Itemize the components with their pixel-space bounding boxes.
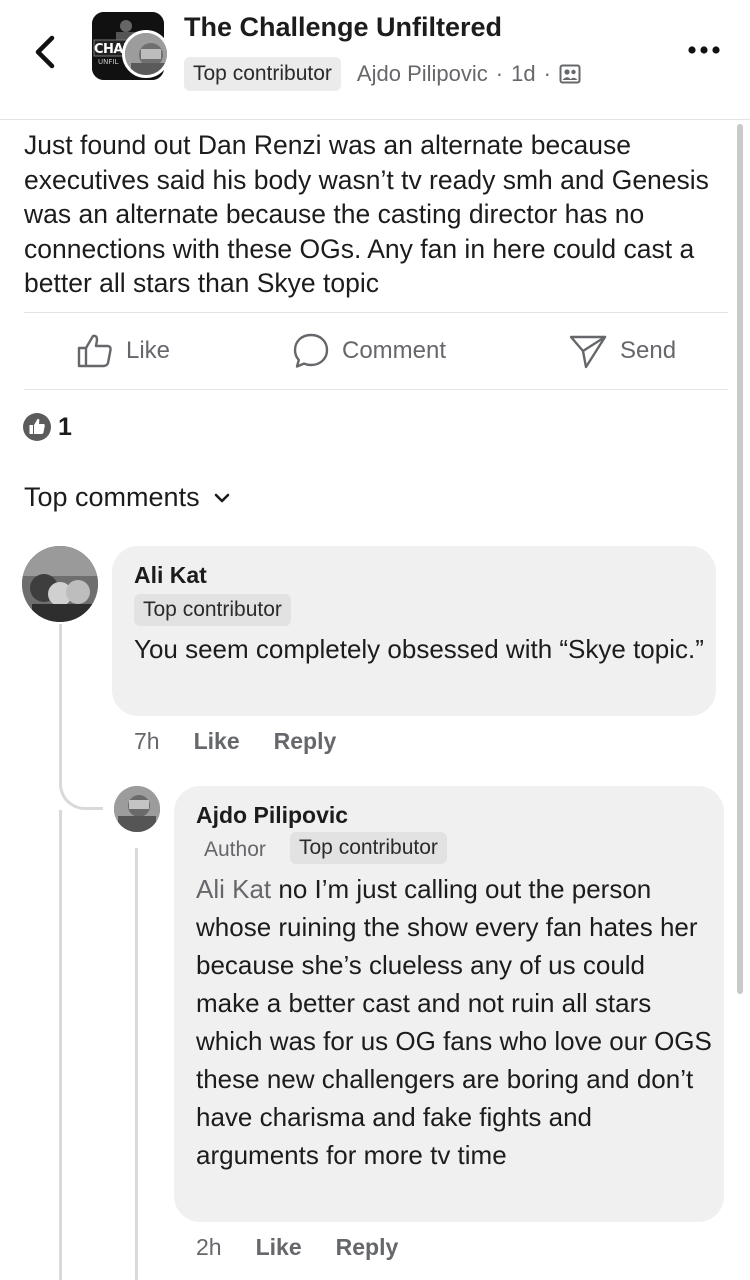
more-horizontal-icon (688, 46, 720, 54)
commenter-avatar[interactable] (22, 546, 98, 622)
post-time[interactable]: 1d (511, 61, 535, 87)
like-label: Like (126, 337, 171, 364)
thread-connector (59, 770, 103, 810)
group-audience-icon (559, 64, 581, 84)
reactions-summary[interactable]: 1 (22, 412, 72, 442)
comments-sort-label: Top comments (24, 482, 200, 512)
comment-body: no I’m just calling out the person whose… (196, 874, 712, 1170)
post-header: CHAL UNFIL The Challenge Unfiltered Top … (0, 0, 750, 120)
author-label: Author (204, 838, 266, 861)
comment-button[interactable]: Comment (292, 331, 446, 371)
comment-bubble[interactable]: Ali Kat Top contributor You seem complet… (112, 546, 716, 716)
more-options-button[interactable] (684, 36, 724, 64)
separator-dot: · (495, 61, 504, 86)
thread-line (59, 624, 62, 784)
scrollbar[interactable] (737, 124, 743, 994)
post-meta: Top contributor Ajdo Pilipovic · 1d · (184, 56, 581, 92)
like-button[interactable]: Like (76, 331, 170, 371)
comment-time: 2h (196, 1234, 222, 1260)
post-text: Just found out Dan Renzi was an alternat… (24, 130, 709, 298)
divider (24, 389, 728, 390)
thumbs-up-icon (77, 334, 112, 368)
comment-text: Ali Kat no I’m just calling out the pers… (196, 870, 712, 1174)
like-reaction-icon (23, 413, 51, 441)
thread-line (135, 848, 138, 1280)
group-logo-subtext: UNFIL (98, 58, 119, 66)
comment-bubble-icon (293, 333, 329, 368)
comment-reply-link[interactable]: Reply (336, 1234, 399, 1261)
comment-label: Comment (342, 337, 447, 364)
back-button[interactable] (28, 30, 64, 74)
top-contributor-badge: Top contributor (290, 832, 447, 864)
comment-like-link[interactable]: Like (256, 1234, 302, 1261)
post-actions: Like Comment Send (24, 313, 728, 389)
comments-sort-dropdown[interactable]: Top comments (24, 482, 232, 513)
top-contributor-badge: Top contributor (134, 594, 291, 626)
poster-name[interactable]: Ajdo Pilipovic (357, 61, 488, 87)
thread-line (59, 810, 62, 1280)
send-label: Send (620, 337, 677, 364)
comment-text: You seem completely obsessed with “Skye … (134, 634, 704, 664)
group-title[interactable]: The Challenge Unfiltered (184, 12, 502, 43)
comment-time: 7h (134, 728, 160, 754)
reaction-count: 1 (58, 412, 72, 441)
separator-dot-2: · (543, 61, 551, 86)
send-icon (569, 335, 607, 369)
comment-bubble[interactable]: Ajdo Pilipovic Author Top contributor Al… (174, 786, 724, 1222)
top-contributor-badge: Top contributor (184, 57, 341, 91)
comment-reply-link[interactable]: Reply (274, 728, 337, 755)
comment-actions: 2h Like Reply (196, 1234, 398, 1261)
commenter-name[interactable]: Ajdo Pilipovic (196, 802, 348, 829)
mention-link[interactable]: Ali Kat (196, 874, 271, 904)
send-button[interactable]: Send (568, 331, 676, 371)
commenter-avatar[interactable] (114, 786, 160, 832)
comment-like-link[interactable]: Like (194, 728, 240, 755)
comment-actions: 7h Like Reply (134, 728, 336, 755)
commenter-name[interactable]: Ali Kat (134, 562, 207, 589)
poster-avatar[interactable] (122, 30, 170, 78)
chevron-down-icon (214, 493, 229, 502)
chevron-left-icon (35, 35, 55, 69)
